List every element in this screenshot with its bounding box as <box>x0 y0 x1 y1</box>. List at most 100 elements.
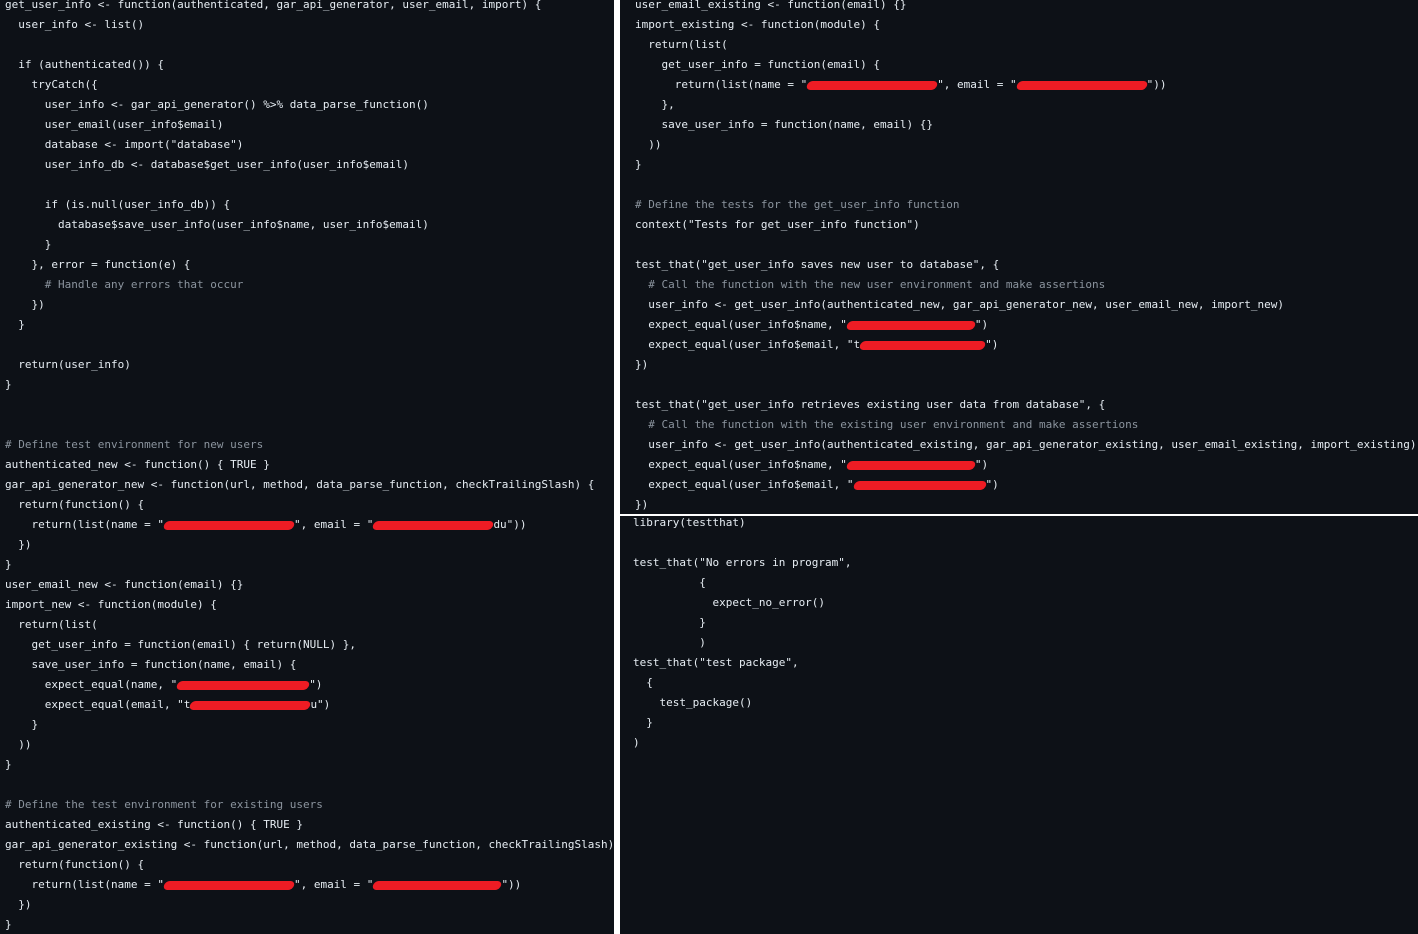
code-panel-bottom-right: library(testthat) test_that("No errors i… <box>620 516 1418 934</box>
code-line: import_existing <- function(module) { <box>635 18 881 31</box>
code-line: }) <box>635 358 649 371</box>
code-line: gar_api_generator_existing <- function(u… <box>5 838 614 851</box>
code-comment: # Define the tests for the get_user_info… <box>635 198 960 211</box>
redaction-mark <box>189 700 312 710</box>
code-line: return(user_info) <box>5 358 131 371</box>
redaction-mark <box>845 460 977 470</box>
code-line-redacted: expect_equal(user_info$email, "t ") <box>635 338 999 351</box>
code-line: user_email(user_info$email) <box>5 118 224 131</box>
code-line-redacted: return(list(name = " ", email = " ")) <box>5 878 522 891</box>
code-block-top-right: user_email_existing <- function(email) {… <box>635 0 1418 514</box>
code-line: } <box>5 558 12 571</box>
code-line: test_that("get_user_info saves new user … <box>635 258 1000 271</box>
code-line: return(function() { <box>5 858 145 871</box>
redaction-mark <box>175 680 311 690</box>
code-line: get_user_info <- function(authenticated,… <box>5 0 542 11</box>
code-comment: # Handle any errors that occur <box>5 278 244 291</box>
code-line: { <box>633 676 653 689</box>
code-line: save_user_info = function(name, email) { <box>5 658 297 671</box>
code-line: authenticated_new <- function() { TRUE } <box>5 458 270 471</box>
code-panel-left: get_user_info <- function(authenticated,… <box>0 0 614 934</box>
code-comment: # Define test environment for new users <box>5 438 264 451</box>
code-line: context("Tests for get_user_info functio… <box>635 218 920 231</box>
code-comment: # Call the function with the existing us… <box>635 418 1139 431</box>
code-line: test_that("test package", <box>633 656 799 669</box>
redaction-mark <box>372 880 503 890</box>
code-line: user_info <- gar_api_generator() %>% dat… <box>5 98 429 111</box>
code-line: if (authenticated()) { <box>5 58 164 71</box>
code-line: } <box>5 758 12 771</box>
code-line: }) <box>635 498 649 511</box>
redaction-mark <box>805 80 939 90</box>
code-line: } <box>5 378 12 391</box>
code-line: } <box>633 616 706 629</box>
code-line: tryCatch({ <box>5 78 98 91</box>
code-line: } <box>5 718 39 731</box>
code-line: } <box>5 318 25 331</box>
code-block-left: get_user_info <- function(authenticated,… <box>5 0 614 934</box>
code-line: database$save_user_info(user_info$name, … <box>5 218 429 231</box>
redaction-mark <box>1015 80 1148 90</box>
code-comment: # Define the test environment for existi… <box>5 798 323 811</box>
code-line: } <box>633 716 653 729</box>
code-line: user_email_new <- function(email) {} <box>5 578 244 591</box>
code-line: user_info <- get_user_info(authenticated… <box>635 438 1417 451</box>
code-line-redacted: return(list(name = " ", email = " ")) <box>635 78 1167 91</box>
code-comment: # Call the function with the new user en… <box>635 278 1106 291</box>
code-line: }, <box>635 98 675 111</box>
redaction-mark <box>372 520 495 530</box>
code-line: get_user_info = function(email) { return… <box>5 638 356 651</box>
code-line-redacted: return(list(name = " ", email = " du")) <box>5 518 527 531</box>
code-line: user_info <- list() <box>5 18 145 31</box>
code-line: return(function() { <box>5 498 145 511</box>
code-line-redacted: expect_equal(user_info$email, " ") <box>635 478 999 491</box>
code-line: authenticated_existing <- function() { T… <box>5 818 304 831</box>
code-line: }) <box>5 298 45 311</box>
code-line: library(testthat) <box>633 516 746 529</box>
code-line-redacted: expect_equal(user_info$name, " ") <box>635 458 989 471</box>
code-line: )) <box>635 138 662 151</box>
code-line-redacted: expect_equal(name, " ") <box>5 678 323 691</box>
code-line: { <box>633 576 706 589</box>
code-line: import_new <- function(module) { <box>5 598 217 611</box>
code-block-bottom-right: library(testthat) test_that("No errors i… <box>633 516 1418 753</box>
code-line: test_package() <box>633 696 753 709</box>
code-line: }, error = function(e) { <box>5 258 191 271</box>
code-line: } <box>635 158 642 171</box>
code-line: }) <box>5 538 32 551</box>
code-panel-top-right: user_email_existing <- function(email) {… <box>620 0 1418 514</box>
code-line: user_email_existing <- function(email) {… <box>635 0 907 11</box>
code-line: } <box>5 238 52 251</box>
redaction-mark <box>845 320 977 330</box>
code-line-redacted: expect_equal(user_info$name, " ") <box>635 318 989 331</box>
code-line: }) <box>5 898 32 911</box>
redaction-mark <box>162 880 296 890</box>
code-line: test_that("get_user_info retrieves exist… <box>635 398 1106 411</box>
redaction-mark <box>858 340 987 350</box>
code-line: user_info <- get_user_info(authenticated… <box>635 298 1285 311</box>
code-line: )) <box>5 738 32 751</box>
code-line: ) <box>633 636 706 649</box>
code-line: } <box>5 918 12 931</box>
redaction-mark <box>852 480 987 490</box>
code-line: return(list( <box>5 618 98 631</box>
code-line: if (is.null(user_info_db)) { <box>5 198 231 211</box>
code-line: expect_no_error() <box>633 596 826 609</box>
code-line: get_user_info = function(email) { <box>635 58 881 71</box>
code-line: user_info_db <- database$get_user_info(u… <box>5 158 409 171</box>
redaction-mark <box>162 520 296 530</box>
code-line: return(list( <box>635 38 728 51</box>
code-line: save_user_info = function(name, email) {… <box>635 118 934 131</box>
code-line: gar_api_generator_new <- function(url, m… <box>5 478 595 491</box>
code-line: ) <box>633 736 640 749</box>
